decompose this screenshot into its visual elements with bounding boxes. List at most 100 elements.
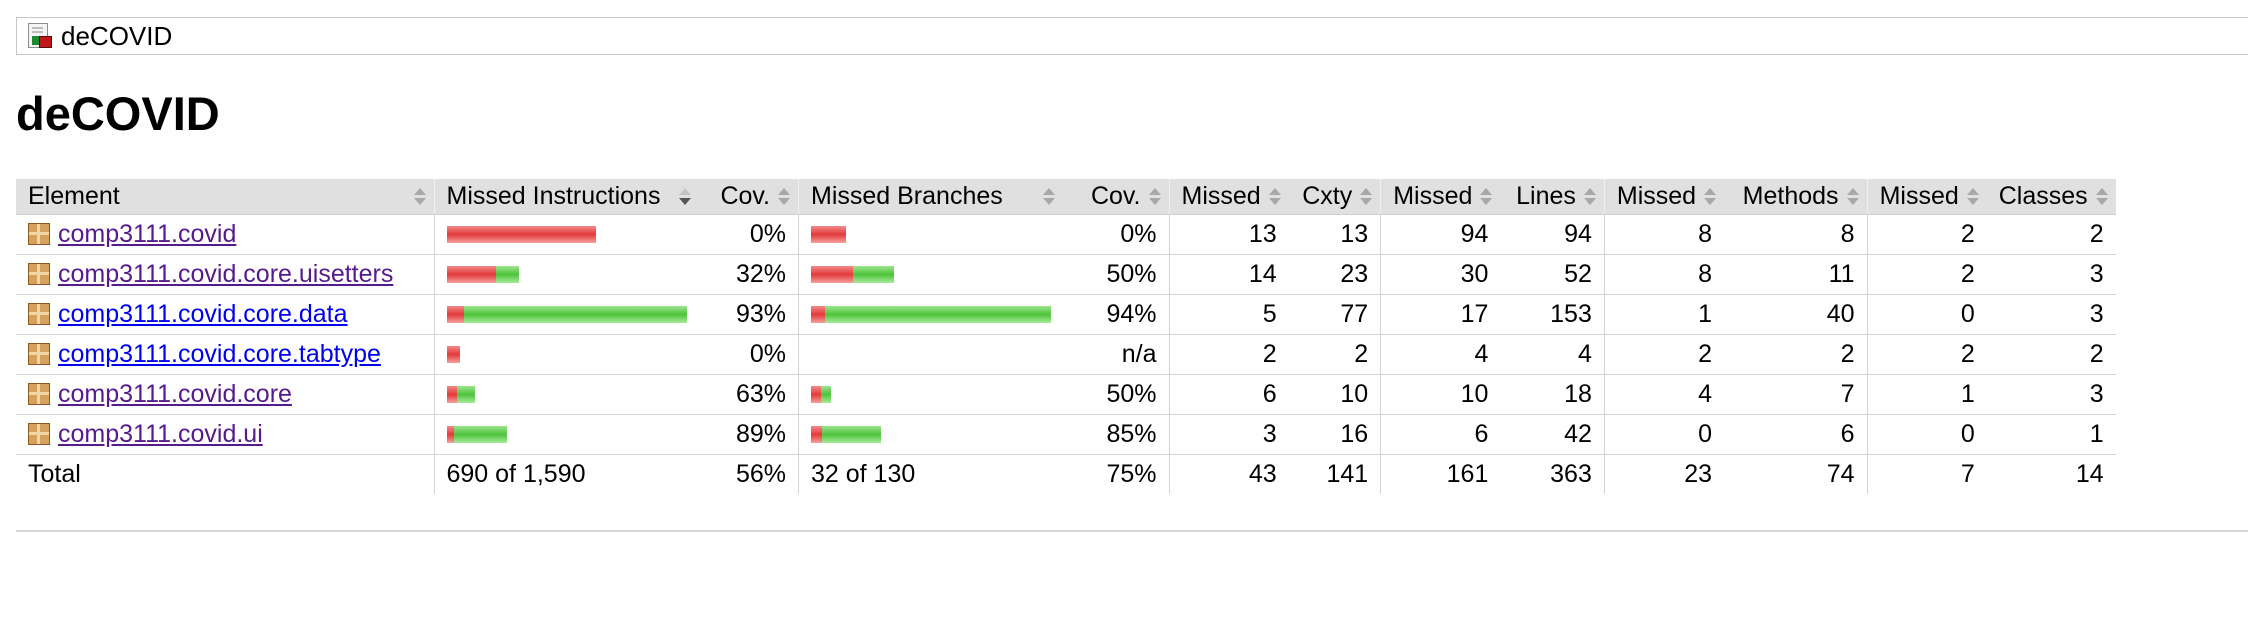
sort-icon (2095, 188, 2108, 205)
methods: 8 (1724, 214, 1868, 255)
bar-missed (446, 346, 460, 364)
table-total-row: Total 690 of 1,590 56% 32 of 130 75% 43 … (16, 454, 2116, 494)
package-link[interactable]: comp3111.covid.core.uisetters (58, 260, 393, 288)
package-icon (28, 262, 50, 285)
table-row: comp3111.covid 0% 0% 13 13 94 94 8 8 2 2 (16, 214, 2116, 255)
cxty: 23 (1288, 254, 1381, 295)
bar-missed (811, 426, 822, 444)
instructions-coverage-bar (446, 386, 475, 404)
header-classes-missed[interactable]: Missed (1866, 179, 1987, 215)
cxty-missed: 3 (1168, 414, 1289, 455)
header-methods-missed[interactable]: Missed (1603, 179, 1725, 215)
branches-coverage-bar (811, 306, 1051, 324)
total-instructions-cov: 56% (735, 459, 786, 488)
bar-missed (811, 306, 825, 324)
methods-missed: 0 (1603, 414, 1725, 455)
methods: 40 (1724, 294, 1868, 335)
instructions-bar-cell (433, 254, 699, 295)
instructions-cov: 93% (698, 294, 799, 335)
branches-coverage-bar (811, 226, 846, 244)
classes: 1 (1986, 414, 2116, 455)
breadcrumb: deCOVID (16, 17, 2248, 55)
header-lines[interactable]: Lines (1500, 179, 1605, 215)
lines-missed: 4 (1380, 334, 1501, 375)
branches-bar-cell (798, 374, 1063, 415)
table-row: comp3111.covid.core.uisetters 32% 50% 14 23 3… (16, 254, 2116, 295)
package-link[interactable]: comp3111.covid.core (58, 380, 292, 408)
header-missed-branches[interactable]: Missed Branches (798, 179, 1063, 215)
branches-bar-cell (798, 334, 1063, 375)
lines: 42 (1500, 414, 1605, 455)
instructions-bar-cell (433, 414, 699, 455)
package-icon (28, 342, 50, 365)
table-header-row: Element Missed Instructions Cov. Missed … (16, 179, 2116, 215)
table-row: comp3111.covid.core 63% 50% 6 10 10 18 4 7 1 3 (16, 374, 2116, 415)
bar-covered (453, 426, 507, 444)
header-instructions-cov[interactable]: Cov. (698, 179, 799, 215)
header-element[interactable]: Element (16, 179, 434, 215)
bar-covered (825, 306, 1051, 324)
bar-missed (811, 266, 853, 284)
instructions-cov: 32% (698, 254, 799, 295)
header-classes[interactable]: Classes (1986, 179, 2116, 215)
instructions-cov: 89% (698, 414, 799, 455)
total-cxty: 141 (1326, 459, 1369, 488)
instructions-bar-cell (433, 214, 699, 255)
bar-covered (456, 386, 475, 404)
total-label: Total (28, 459, 81, 488)
lines-missed: 30 (1380, 254, 1501, 295)
branches-coverage-bar (811, 426, 881, 444)
total-instructions: 690 of 1,590 (433, 454, 699, 494)
bar-missed (446, 266, 496, 284)
total-lines: 363 (1550, 459, 1592, 488)
bar-covered (821, 386, 831, 404)
bar-missed (446, 426, 454, 444)
package-link[interactable]: comp3111.covid.core.data (58, 300, 348, 328)
branches-cov: 50% (1063, 254, 1169, 295)
package-link[interactable]: comp3111.covid.ui (58, 420, 263, 448)
header-branches-cov[interactable]: Cov. (1063, 179, 1169, 215)
methods-missed: 8 (1603, 214, 1725, 255)
table-row: comp3111.covid.ui 89% 85% 3 16 6 42 0 6 0 1 (16, 414, 2116, 455)
total-methods: 74 (1826, 459, 1855, 488)
branches-cov: 50% (1063, 374, 1169, 415)
coverage-table: Element Missed Instructions Cov. Missed … (16, 179, 2116, 494)
table-row: comp3111.covid.core.tabtype 0% n/a 2 2 4 4 2 2 2 2 (16, 334, 2116, 375)
sort-icon (778, 188, 790, 205)
instructions-cov: 0% (698, 334, 799, 375)
cxty-missed: 5 (1168, 294, 1289, 335)
element-cell: comp3111.covid.core.data (16, 294, 434, 335)
total-branches: 32 of 130 (798, 454, 1063, 494)
header-cxty-missed[interactable]: Missed (1168, 179, 1289, 215)
classes-missed: 0 (1866, 294, 1987, 335)
package-icon (28, 382, 50, 405)
lines: 153 (1500, 294, 1605, 335)
report-icon (27, 23, 53, 49)
bar-missed (446, 226, 596, 244)
bar-missed (811, 226, 846, 244)
branches-bar-cell (798, 414, 1063, 455)
bar-covered (495, 266, 519, 284)
lines: 4 (1500, 334, 1605, 375)
sort-icon (1846, 188, 1859, 205)
classes-missed: 2 (1866, 214, 1987, 255)
header-methods[interactable]: Methods (1724, 179, 1868, 215)
header-cxty[interactable]: Cxty (1288, 179, 1381, 215)
sort-icon (1966, 188, 1979, 205)
package-icon (28, 222, 50, 245)
sort-icon (1704, 188, 1717, 205)
sort-icon (1043, 188, 1055, 205)
classes: 3 (1986, 374, 2116, 415)
package-link[interactable]: comp3111.covid (58, 220, 236, 248)
sort-icon (1480, 188, 1493, 205)
bar-missed (811, 386, 821, 404)
methods: 11 (1724, 254, 1868, 295)
classes: 3 (1986, 254, 2116, 295)
header-missed-instructions[interactable]: Missed Instructions (433, 179, 699, 215)
package-link[interactable]: comp3111.covid.core.tabtype (58, 340, 381, 368)
instructions-bar-cell (433, 374, 699, 415)
header-lines-missed[interactable]: Missed (1380, 179, 1501, 215)
branches-bar-cell (798, 254, 1063, 295)
lines-missed: 17 (1380, 294, 1501, 335)
classes: 2 (1986, 214, 2116, 255)
